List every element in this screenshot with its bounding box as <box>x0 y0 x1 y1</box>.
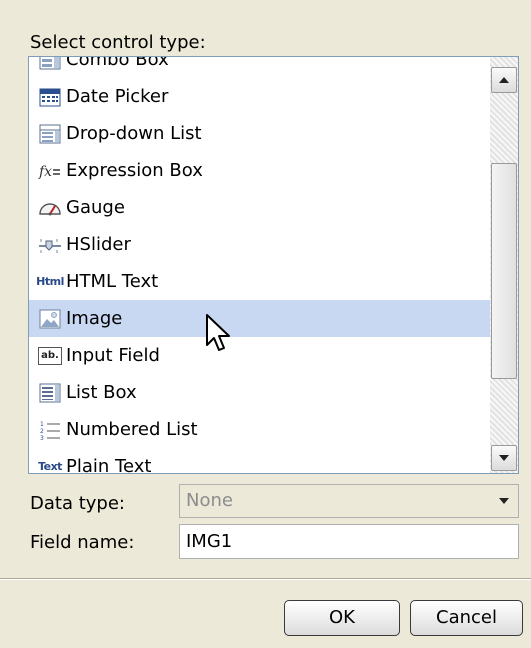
list-item-plain-text[interactable]: Text Plain Text <box>29 448 491 474</box>
svg-text:1: 1 <box>40 421 44 428</box>
list-item-label: List Box <box>66 382 137 403</box>
chevron-down-icon <box>499 498 509 504</box>
list-item-numbered-list[interactable]: 123 Numbered List <box>29 411 491 448</box>
scroll-down-button[interactable] <box>491 445 517 471</box>
svg-text:3: 3 <box>40 435 44 441</box>
list-item-date-picker[interactable]: Date Picker <box>29 78 491 115</box>
list-item-drop-down-list[interactable]: Drop-down List <box>29 115 491 152</box>
dropdown-list-icon <box>37 123 63 145</box>
combo-box-icon <box>37 57 63 71</box>
cancel-button[interactable]: Cancel <box>410 600 523 636</box>
gauge-icon <box>37 197 63 219</box>
scroll-down-arrow-icon <box>499 455 509 461</box>
list-item-label: Expression Box <box>66 160 203 181</box>
list-item-label: Plain Text <box>66 456 152 474</box>
svg-text:fx: fx <box>38 164 52 180</box>
field-name-label: Field name: <box>30 532 135 553</box>
scroll-thumb[interactable] <box>491 163 517 379</box>
list-item-label: Date Picker <box>66 86 169 107</box>
numbered-list-icon: 123 <box>37 419 63 441</box>
list-item-input-field[interactable]: ab. Input Field <box>29 337 491 374</box>
list-item-label: Drop-down List <box>66 123 202 144</box>
scroll-up-button[interactable] <box>491 67 517 93</box>
list-item-label: Combo Box <box>66 56 169 70</box>
input-field-icon: ab. <box>37 345 63 367</box>
list-item-expression-box[interactable]: fx Expression Box <box>29 152 491 189</box>
list-item-hslider[interactable]: HSlider <box>29 226 491 263</box>
image-icon <box>37 308 63 330</box>
list-item-label: HTML Text <box>66 271 159 292</box>
svg-text:2: 2 <box>40 428 44 435</box>
dialog-separator <box>0 578 531 580</box>
scroll-up-arrow-icon <box>499 77 509 83</box>
data-type-label: Data type: <box>30 493 125 514</box>
list-item-image[interactable]: Image <box>29 300 491 337</box>
list-item-combo-box[interactable]: Combo Box <box>29 56 491 78</box>
list-item-label: Numbered List <box>66 419 198 440</box>
listbox-scrollbar[interactable] <box>490 57 518 473</box>
ok-button[interactable]: OK <box>284 600 400 636</box>
slider-icon <box>37 234 63 256</box>
expression-icon: fx <box>37 160 63 182</box>
html-icon: Html <box>36 275 64 288</box>
calendar-icon <box>37 86 63 108</box>
list-item-list-box[interactable]: List Box <box>29 374 491 411</box>
data-type-select[interactable]: None <box>179 484 519 518</box>
data-type-value: None <box>186 490 233 511</box>
select-control-type-label: Select control type: <box>30 32 206 53</box>
field-name-input[interactable]: IMG1 <box>179 524 519 559</box>
mouse-pointer-icon <box>206 314 230 351</box>
list-item-html-text[interactable]: Html HTML Text <box>29 263 491 300</box>
list-item-gauge[interactable]: Gauge <box>29 189 491 226</box>
list-item-label: HSlider <box>66 234 131 255</box>
control-type-listbox[interactable]: Combo Box Date Picker Drop-down List fx … <box>28 56 519 474</box>
text-icon: Text <box>38 460 62 473</box>
list-item-label: Input Field <box>66 345 160 366</box>
list-box-icon <box>37 382 63 404</box>
list-item-label: Gauge <box>66 197 125 218</box>
list-item-label: Image <box>66 308 123 329</box>
